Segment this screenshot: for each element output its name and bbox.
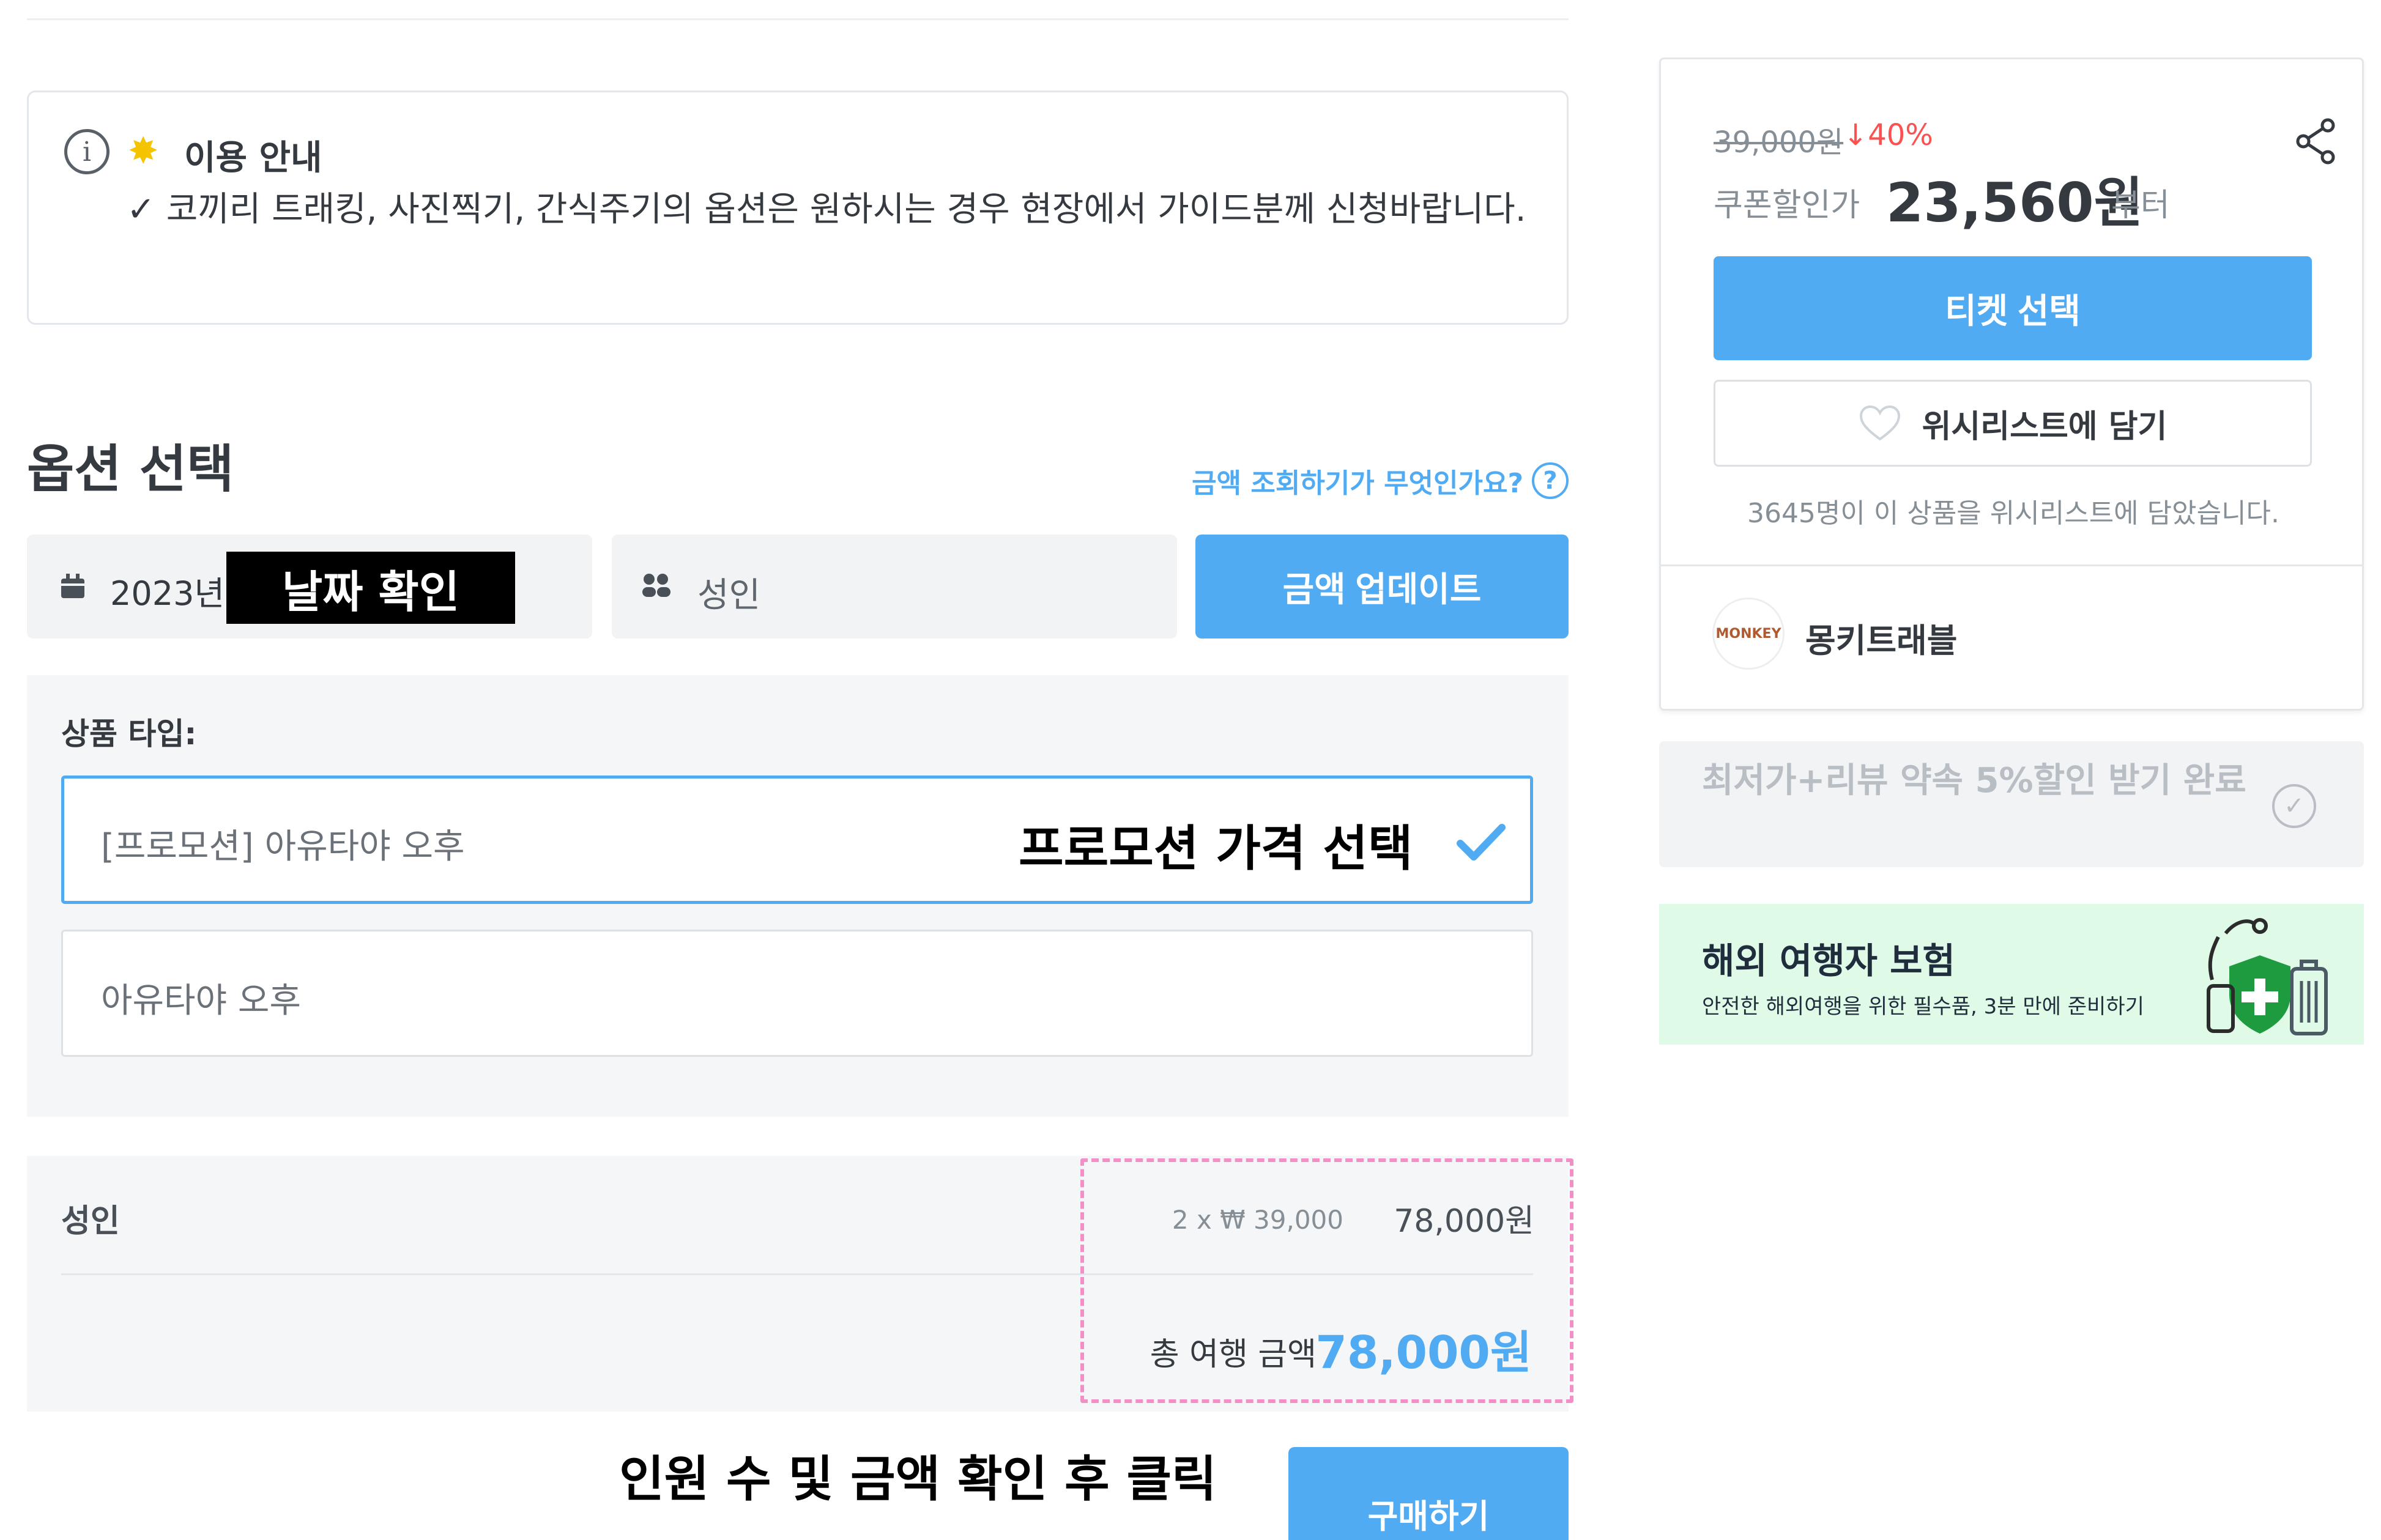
- shield-plus-luggage-icon: [2207, 918, 2328, 1035]
- notice-body: ✓ 코끼리 트래킹, 사진찍기, 간식주기의 옵션은 원하시는 경우 현장에서 …: [127, 190, 1526, 229]
- traveler-selector[interactable]: 성인: [612, 535, 1177, 639]
- insurance-subtitle: 안전한 해외여행을 위한 필수품, 3분 만에 준비하기: [1702, 994, 2144, 1019]
- wishlist-button-label: 위시리스트에 담기: [1922, 408, 2167, 445]
- seller-name[interactable]: 몽키트래블: [1805, 613, 1957, 662]
- heart-outline-icon: [1859, 405, 1900, 441]
- price-check-help-link[interactable]: 금액 조회하기가 무엇인가요? ?: [1192, 461, 1569, 500]
- price-sidebar-card: 39,000원 ↓40% 쿠폰할인가 23,560원 부터 티켓 선택 위시리스…: [1659, 57, 2364, 711]
- summary-row-label: 성인: [61, 1203, 120, 1240]
- notice-title: 이용 안내: [184, 138, 322, 178]
- original-price: 39,000원: [1714, 125, 1844, 160]
- wishlist-button[interactable]: 위시리스트에 담기: [1714, 380, 2312, 467]
- sparkle-star-icon: ✸: [128, 130, 159, 172]
- product-type-option-promo[interactable]: [프로모션] 아유타야 오후 프로모션 가격 선택: [61, 776, 1533, 904]
- people-icon: [642, 574, 673, 598]
- check-circle-icon: ✓: [2272, 784, 2316, 828]
- annotation-highlight-box: [1080, 1158, 1573, 1403]
- product-type-panel: 상품 타입: [프로모션] 아유타야 오후 프로모션 가격 선택 아유타야 오후: [27, 675, 1569, 1117]
- coupon-price: 23,560원: [1886, 171, 2144, 234]
- seller-logo[interactable]: MONKEY: [1712, 598, 1785, 670]
- info-circle-icon: i: [64, 129, 110, 174]
- calendar-icon: [61, 574, 84, 598]
- select-ticket-button[interactable]: 티켓 선택: [1714, 256, 2312, 360]
- best-price-promise-banner[interactable]: 최저가+리뷰 약속 5%할인 받기 완료 ✓: [1659, 741, 2364, 867]
- help-link-label: 금액 조회하기가 무엇인가요?: [1192, 468, 1523, 499]
- wishlist-count-text: 3645명이 이 상품을 위시리스트에 담았습니다.: [1747, 498, 2280, 529]
- card-divider: [1661, 565, 2362, 566]
- purchase-button[interactable]: 구매하기: [1288, 1447, 1569, 1540]
- date-value: 2023년: [110, 574, 225, 613]
- option-section-title: 옵션 선택: [27, 439, 234, 499]
- product-type-label: 상품 타입:: [61, 716, 197, 752]
- promise-text: 최저가+리뷰 약속 5%할인 받기 완료: [1702, 761, 2246, 801]
- coupon-price-suffix: 부터: [2111, 187, 2170, 224]
- insurance-title: 해외 여행자 보험: [1702, 940, 1955, 982]
- share-icon[interactable]: [2295, 118, 2338, 165]
- coupon-price-label: 쿠폰할인가: [1714, 187, 1860, 224]
- question-circle-icon: ?: [1532, 462, 1569, 499]
- product-type-option-regular[interactable]: 아유타야 오후: [61, 930, 1533, 1057]
- product-type-option-label: [프로모션] 아유타야 오후: [101, 827, 465, 867]
- discount-rate: ↓40%: [1843, 118, 1933, 152]
- update-price-button[interactable]: 금액 업데이트: [1195, 535, 1569, 639]
- annotation-date-check: 날짜 확인: [226, 552, 515, 624]
- annotation-click-hint: 인원 수 및 금액 확인 후 클릭: [619, 1451, 1217, 1508]
- annotation-promo-select: 프로모션 가격 선택: [1019, 820, 1413, 877]
- product-type-option-label: 아유타야 오후: [101, 981, 301, 1021]
- travel-insurance-banner[interactable]: 해외 여행자 보험 안전한 해외여행을 위한 필수품, 3분 만에 준비하기: [1659, 904, 2364, 1045]
- checkmark-icon: [1457, 824, 1506, 861]
- traveler-value: 성인: [697, 576, 761, 615]
- usage-notice-box: i ✸ 이용 안내 ✓ 코끼리 트래킹, 사진찍기, 간식주기의 옵션은 원하시…: [27, 91, 1569, 325]
- top-divider: [27, 18, 1569, 20]
